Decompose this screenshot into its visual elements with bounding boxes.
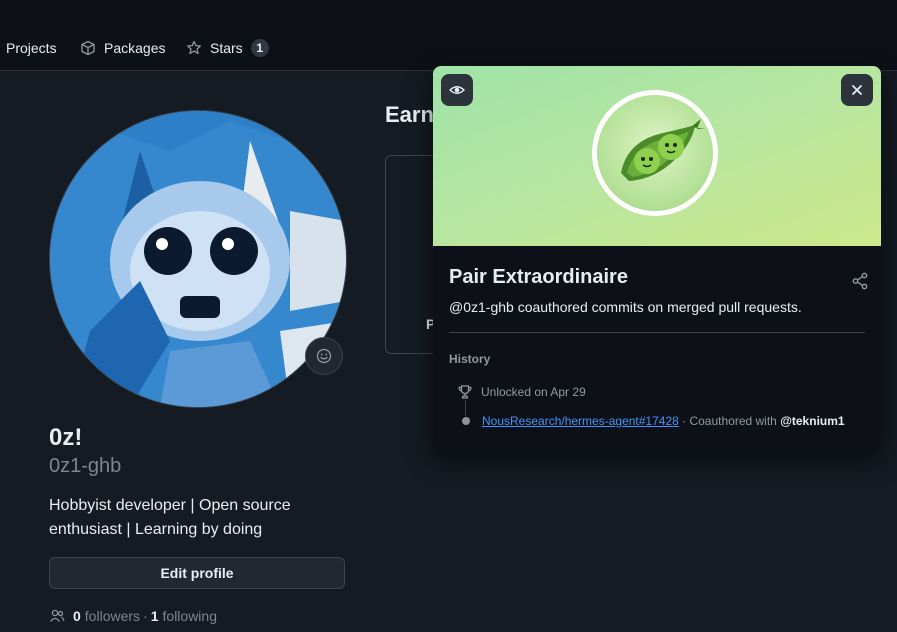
eye-icon xyxy=(449,86,465,94)
profile-tabs-nav: Projects Packages Stars 1 xyxy=(0,0,897,71)
follow-stats: 0 followers · 1 following xyxy=(49,608,217,624)
earned-heading: Earn xyxy=(385,102,434,127)
achievement-description: @0z1-ghb coauthored commits on merged pu… xyxy=(449,299,802,315)
stars-counter: 1 xyxy=(250,39,269,57)
peas-pod-icon xyxy=(621,119,705,181)
coauthored-row: NousResearch/hermes-agent#17428 · Coauth… xyxy=(482,414,845,428)
followers-label[interactable]: followers xyxy=(85,608,140,624)
profile-login: 0z1-ghb xyxy=(49,455,122,477)
achievement-popover: Pair Extraordinaire @0z1-ghb coauthored … xyxy=(433,66,881,451)
coauthored-text: · Coauthored with xyxy=(678,414,781,428)
achievement-title: Pair Extraordinaire xyxy=(449,266,628,288)
timeline-connector xyxy=(465,400,466,416)
close-popover-button[interactable] xyxy=(841,74,873,106)
pull-request-link[interactable]: NousResearch/hermes-agent#17428 xyxy=(482,414,679,428)
following-count[interactable]: 1 xyxy=(151,608,159,624)
package-icon xyxy=(81,40,95,56)
history-heading: History xyxy=(449,352,491,366)
profile-bio: Hobbyist developer | Open source enthusi… xyxy=(49,497,291,538)
view-badge-button[interactable] xyxy=(441,74,473,106)
following-label[interactable]: following xyxy=(163,608,217,624)
coauthor-name[interactable]: @teknium1 xyxy=(780,414,844,428)
avatar-image xyxy=(50,111,346,407)
people-icon xyxy=(49,609,65,622)
timeline-dot xyxy=(462,417,470,425)
unlocked-date: Unlocked on Apr 29 xyxy=(481,385,586,399)
tab-projects[interactable]: Projects xyxy=(6,38,57,58)
achievement-badge xyxy=(592,90,718,216)
divider xyxy=(449,332,865,333)
profile-name: 0z! xyxy=(49,424,83,451)
avatar[interactable] xyxy=(49,110,347,408)
trophy-icon xyxy=(458,385,472,399)
smiley-icon xyxy=(316,348,332,364)
tab-packages[interactable]: Packages xyxy=(80,38,165,58)
star-icon xyxy=(187,40,201,55)
edit-profile-button[interactable]: Edit profile xyxy=(49,557,345,589)
close-icon xyxy=(852,85,862,95)
share-icon[interactable] xyxy=(851,272,869,290)
tab-projects-label: Projects xyxy=(6,40,57,56)
unlocked-row: Unlocked on Apr 29 xyxy=(457,384,586,400)
followers-count[interactable]: 0 xyxy=(73,608,81,624)
follow-separator: · xyxy=(143,608,148,624)
tab-stars-label: Stars xyxy=(210,40,243,56)
set-status-button[interactable] xyxy=(305,337,343,375)
tab-packages-label: Packages xyxy=(104,40,166,56)
tab-stars[interactable]: Stars 1 xyxy=(186,38,269,58)
